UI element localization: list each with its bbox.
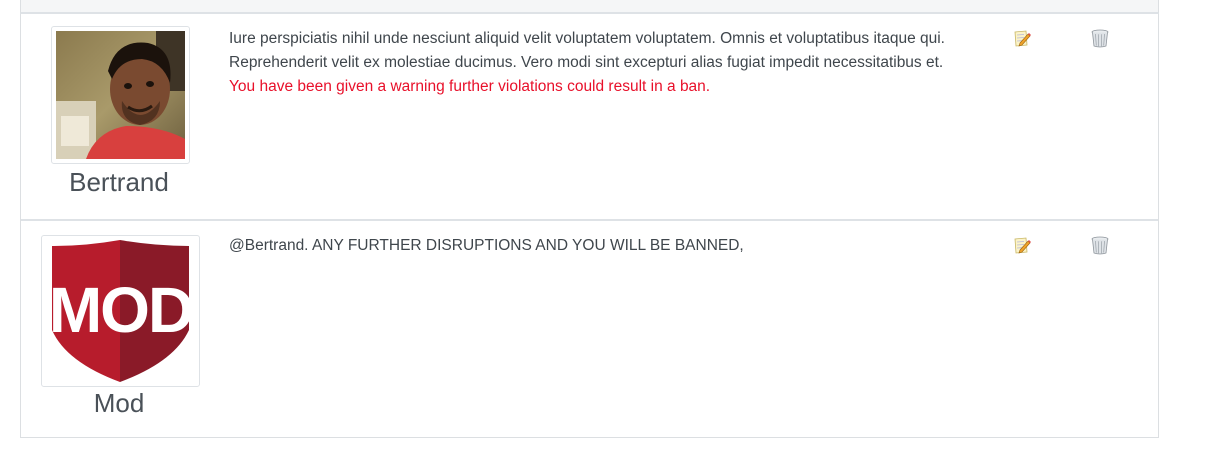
delete-button[interactable] (1090, 28, 1110, 48)
avatar[interactable]: MOD (41, 235, 200, 387)
comment-body: @Bertrand. ANY FURTHER DISRUPTIONS AND Y… (229, 234, 969, 258)
comment-text: Iure perspiciatis nihil unde nesciunt al… (229, 30, 945, 71)
edit-button[interactable] (1012, 28, 1032, 48)
trash-icon (1091, 236, 1109, 255)
comment-text: @Bertrand. ANY FURTHER DISRUPTIONS AND Y… (229, 237, 744, 254)
warning-message: You have been given a warning further vi… (229, 78, 711, 95)
edit-icon (1014, 30, 1031, 47)
edit-icon (1014, 237, 1031, 254)
user-photo-avatar (56, 31, 185, 159)
mod-shield-logo: MOD (49, 240, 194, 382)
comment-table: Bertrand Iure perspiciatis nihil unde ne… (20, 14, 1159, 438)
edit-button[interactable] (1012, 235, 1032, 255)
comment-row: MOD Mod @Bertrand. ANY FURTHER DISRUPTIO… (21, 219, 1158, 437)
table-header-strip (20, 0, 1159, 14)
comment-body: Iure perspiciatis nihil unde nesciunt al… (229, 27, 969, 99)
mod-logo-text: MOD (49, 274, 192, 346)
trash-icon (1091, 29, 1109, 48)
comment-row: Bertrand Iure perspiciatis nihil unde ne… (21, 14, 1158, 219)
username: Mod (93, 388, 145, 418)
username: Bertrand (69, 167, 169, 197)
delete-button[interactable] (1090, 235, 1110, 255)
avatar[interactable] (51, 26, 190, 164)
